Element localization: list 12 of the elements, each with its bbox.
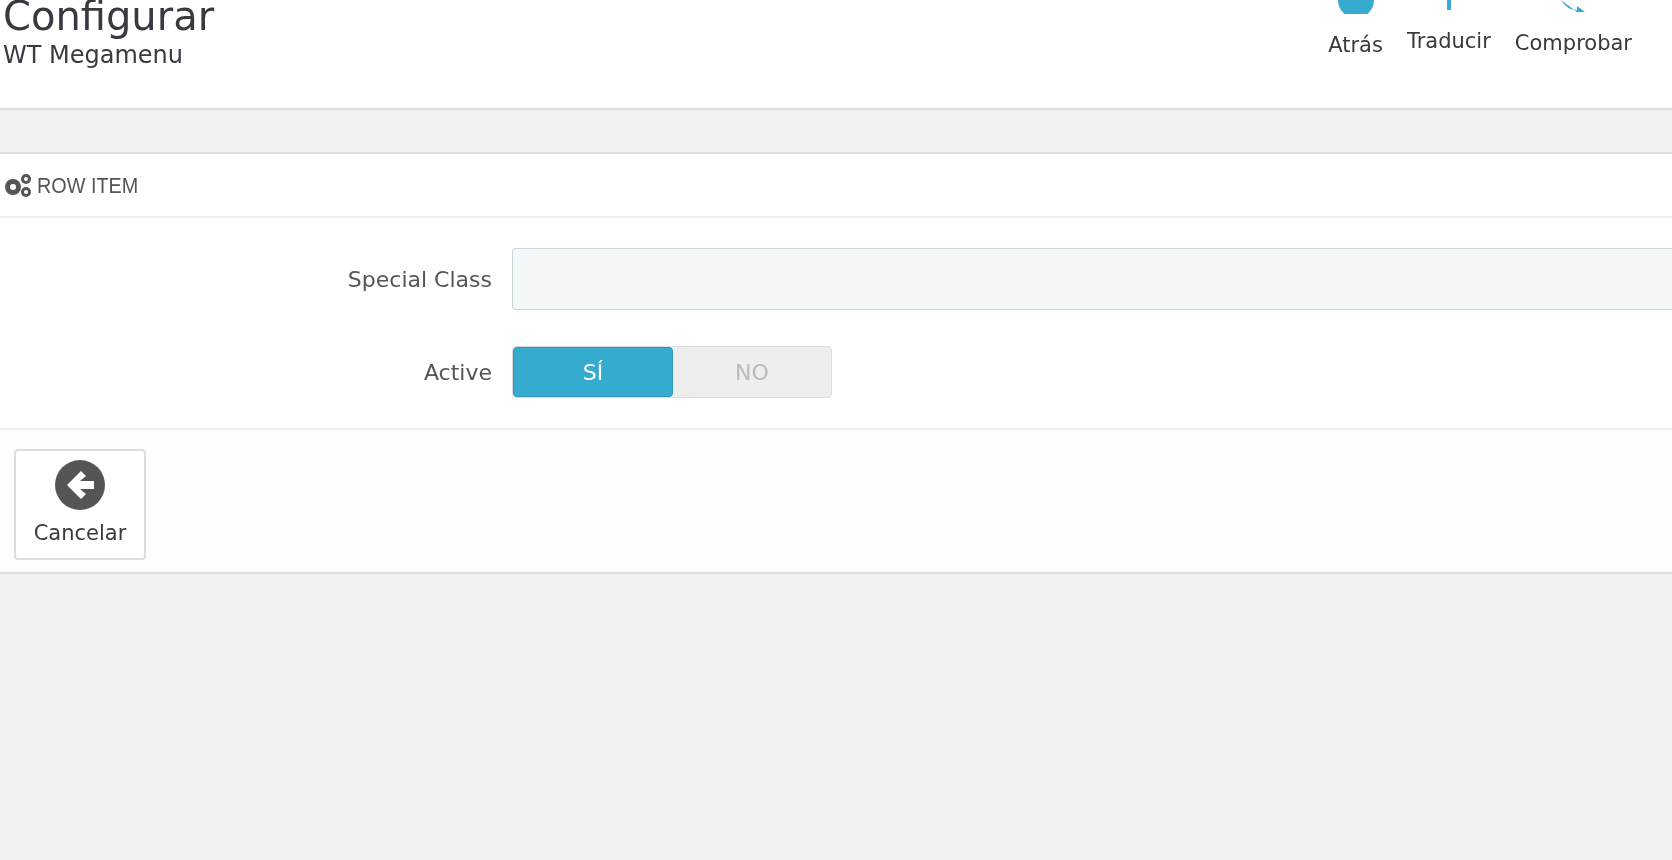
field-label: Special Class [346, 265, 493, 294]
panel-heading: ROW ITEM [37, 171, 139, 200]
cancel-button[interactable]: Cancelar [14, 449, 146, 560]
toolbar-link[interactable]: Comprobar [1514, 0, 1632, 60]
gears-icon [3, 173, 33, 197]
toolbar-link[interactable]: Traducir [1406, 0, 1491, 58]
page-subtitle: WT Megamenu [3, 40, 184, 70]
text-field[interactable] [512, 248, 1672, 310]
field-label: Active [422, 358, 493, 387]
toolbar-link[interactable]: Atrás [1328, 0, 1383, 62]
page-title: Configurar [3, 0, 215, 38]
refresh-icon [1561, 0, 1586, 12]
